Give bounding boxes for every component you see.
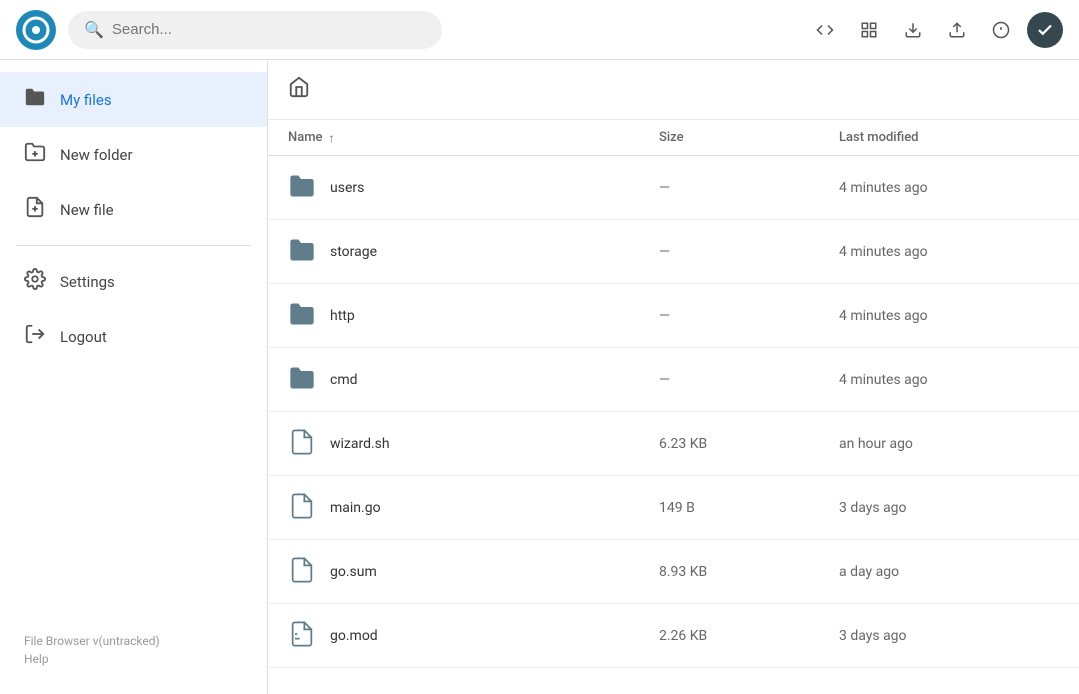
sidebar-item-settings[interactable]: Settings [0,254,267,309]
logout-icon [24,323,46,350]
cell-modified: 4 minutes ago [839,308,1059,324]
cell-size: 149 B [659,500,839,516]
table-row[interactable]: storage — 4 minutes ago [268,220,1079,284]
header: 🔍 [0,0,1079,60]
table-row[interactable]: go.sum 8.93 KB a day ago [268,540,1079,604]
sidebar-item-my-files[interactable]: My files [0,72,267,127]
file-name: go.mod [330,628,378,644]
cell-size: 8.93 KB [659,564,839,580]
upload-button[interactable] [939,12,975,48]
cell-name: storage [288,236,659,268]
folder-icon [288,300,316,332]
sidebar-divider [16,245,251,246]
main-layout: My files New folder New f [0,60,1079,694]
file-icon [288,620,316,652]
column-size: Size [659,130,839,145]
table-row[interactable]: cmd — 4 minutes ago [268,348,1079,412]
sidebar-item-label: New file [60,201,114,219]
cell-size: 2.26 KB [659,628,839,644]
file-name: storage [330,244,377,260]
breadcrumb-bar [268,60,1079,120]
new-file-icon [24,196,46,223]
column-modified: Last modified [839,130,1059,145]
file-rows-container: users — 4 minutes ago storage — 4 minute… [268,156,1079,668]
sidebar-item-label: My files [60,91,112,109]
folder-icon [288,364,316,396]
table-row[interactable]: main.go 149 B 3 days ago [268,476,1079,540]
download-button[interactable] [895,12,931,48]
cell-modified: 4 minutes ago [839,372,1059,388]
sidebar-item-new-file[interactable]: New file [0,182,267,237]
cell-size: — [659,308,839,324]
sidebar: My files New folder New f [0,60,268,694]
cell-modified: a day ago [839,564,1059,580]
sidebar-item-logout[interactable]: Logout [0,309,267,364]
folder-icon [288,172,316,204]
cell-name: main.go [288,492,659,524]
cell-name: go.mod [288,620,659,652]
folder-icon [288,236,316,268]
search-bar: 🔍 [68,11,442,49]
cell-modified: 4 minutes ago [839,180,1059,196]
table-row[interactable]: go.mod 2.26 KB 3 days ago [268,604,1079,668]
cell-name: go.sum [288,556,659,588]
new-folder-icon [24,141,46,168]
file-name: wizard.sh [330,436,390,452]
file-name: cmd [330,372,358,388]
search-icon: 🔍 [84,20,104,39]
help-link[interactable]: Help [24,652,243,666]
cell-modified: 3 days ago [839,500,1059,516]
file-table: Name ↑ Size Last modified users — 4 minu… [268,120,1079,694]
sidebar-item-label: Settings [60,273,115,291]
file-icon [288,492,316,524]
file-name: users [330,180,364,196]
cell-modified: 3 days ago [839,628,1059,644]
cell-name: users [288,172,659,204]
cell-size: — [659,180,839,196]
cell-modified: 4 minutes ago [839,244,1059,260]
version-text: File Browser v(untracked) [24,634,243,648]
info-button[interactable] [983,12,1019,48]
sidebar-item-label: New folder [60,146,133,164]
cell-name: http [288,300,659,332]
table-header: Name ↑ Size Last modified [268,120,1079,156]
cell-size: — [659,372,839,388]
table-row[interactable]: wizard.sh 6.23 KB an hour ago [268,412,1079,476]
sidebar-footer: File Browser v(untracked) Help [0,622,267,682]
grid-view-button[interactable] [851,12,887,48]
home-icon[interactable] [288,76,310,103]
table-row[interactable]: users — 4 minutes ago [268,156,1079,220]
cell-size: — [659,244,839,260]
logo[interactable] [16,10,56,50]
file-icon [288,556,316,588]
table-row[interactable]: http — 4 minutes ago [268,284,1079,348]
settings-icon [24,268,46,295]
cell-name: cmd [288,364,659,396]
folder-icon [24,86,46,113]
header-actions [807,12,1063,48]
file-icon [288,428,316,460]
select-all-button[interactable] [1027,12,1063,48]
cell-name: wizard.sh [288,428,659,460]
sort-arrow-icon: ↑ [329,131,335,145]
sidebar-item-label: Logout [60,328,107,346]
file-name: http [330,308,355,324]
file-name: go.sum [330,564,377,580]
code-view-button[interactable] [807,12,843,48]
file-name: main.go [330,500,381,516]
column-name[interactable]: Name ↑ [288,130,659,145]
content-area: Name ↑ Size Last modified users — 4 minu… [268,60,1079,694]
sidebar-item-new-folder[interactable]: New folder [0,127,267,182]
cell-size: 6.23 KB [659,436,839,452]
search-input[interactable] [112,21,426,38]
cell-modified: an hour ago [839,436,1059,452]
